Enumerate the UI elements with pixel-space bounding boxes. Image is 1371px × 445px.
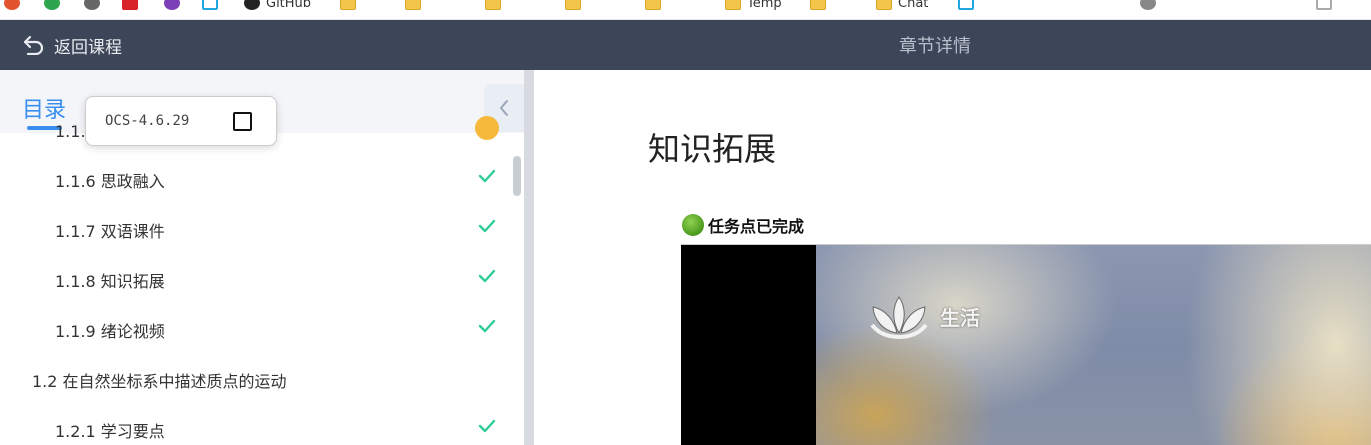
task-status-label: 任务点已完成 (708, 217, 805, 236)
bookmark-temp-label: Temp (747, 0, 782, 11)
task-complete-icon (682, 214, 704, 236)
section-title: 知识拓展 (648, 130, 777, 168)
bookmark-chat[interactable]: Chat (876, 0, 928, 14)
bookmark-github-label: GitHub (266, 0, 312, 11)
lotus-logo-icon (870, 296, 928, 340)
video-channel-logo: 生活 (864, 291, 980, 341)
bookmark-folder-5[interactable] (645, 0, 667, 14)
bookmark-temp[interactable]: Temp (725, 0, 782, 14)
bookmark-icon-7[interactable] (1140, 0, 1162, 14)
ocs-toggle-button[interactable] (233, 112, 252, 131)
toc-item-label: 1.1.7 双语课件 (55, 222, 165, 241)
video-frame (816, 245, 1371, 445)
bookmark-folder-6[interactable] (810, 0, 832, 14)
toc-item-label: 1.2.1 学习要点 (55, 422, 165, 441)
toc-item-label: 1.1.8 知识拓展 (55, 272, 165, 291)
check-icon (478, 319, 496, 333)
check-icon (478, 169, 496, 183)
toc-section-label: 1.2 在自然坐标系中描述质点的运动 (32, 372, 287, 391)
check-icon (478, 419, 496, 433)
bookmark-folder-2[interactable] (405, 0, 427, 14)
page-title-bar: 章节详情 (0, 20, 1371, 70)
bookmark-icon-3[interactable] (84, 0, 106, 14)
toc-item[interactable]: 1.1.7 双语课件 (0, 203, 514, 253)
ocs-version: OCS-4.6.29 (105, 113, 190, 129)
toc-scrollbar[interactable] (513, 156, 521, 196)
toc-item[interactable]: 1.1.6 思政融入 (0, 153, 514, 203)
bookmark-page-2[interactable] (1316, 0, 1338, 14)
panel-divider[interactable] (524, 70, 534, 445)
main-content: 知识拓展 任务点已完成 生活 (534, 70, 1371, 445)
video-logo-text: 生活 (940, 305, 980, 330)
toc-item[interactable]: 1.1.8 知识拓展 (0, 253, 514, 303)
check-icon (478, 219, 496, 233)
bookmark-github[interactable]: GitHub (244, 0, 311, 14)
bookmark-folder-1[interactable] (340, 0, 362, 14)
bookmark-icon-1[interactable] (4, 0, 26, 14)
bookmark-icon-5[interactable] (164, 0, 186, 14)
bookmark-folder-3[interactable] (485, 0, 507, 14)
bookmark-chat-label: Chat (898, 0, 929, 11)
task-status: 任务点已完成 (682, 212, 804, 238)
bookmark-icon-2[interactable] (44, 0, 66, 14)
toc-item[interactable]: 1.2.1 学习要点 (0, 403, 514, 445)
bookmark-icon-4[interactable] (122, 0, 144, 14)
bookmark-folder-4[interactable] (565, 0, 587, 14)
toc-item-label: 1.1.9 绪论视频 (55, 322, 165, 341)
page-title: 章节详情 (899, 36, 971, 57)
video-player[interactable]: 生活 (681, 244, 1371, 445)
bookmark-icon-6[interactable] (202, 0, 224, 14)
toc-item[interactable]: 1.1.9 绪论视频 (0, 303, 514, 353)
ocs-panel: OCS-4.6.29 (85, 96, 277, 146)
toc-item-label: 1.1.6 思政融入 (55, 172, 165, 191)
bookmark-page-1[interactable] (958, 0, 980, 14)
warning-icon (475, 116, 499, 140)
bookmarks-bar: GitHub Temp Chat (0, 0, 1371, 20)
toc-section[interactable]: 1.2 在自然坐标系中描述质点的运动 (0, 353, 514, 403)
check-icon (478, 269, 496, 283)
app-header: 返回课程 章节详情 (0, 20, 1371, 70)
